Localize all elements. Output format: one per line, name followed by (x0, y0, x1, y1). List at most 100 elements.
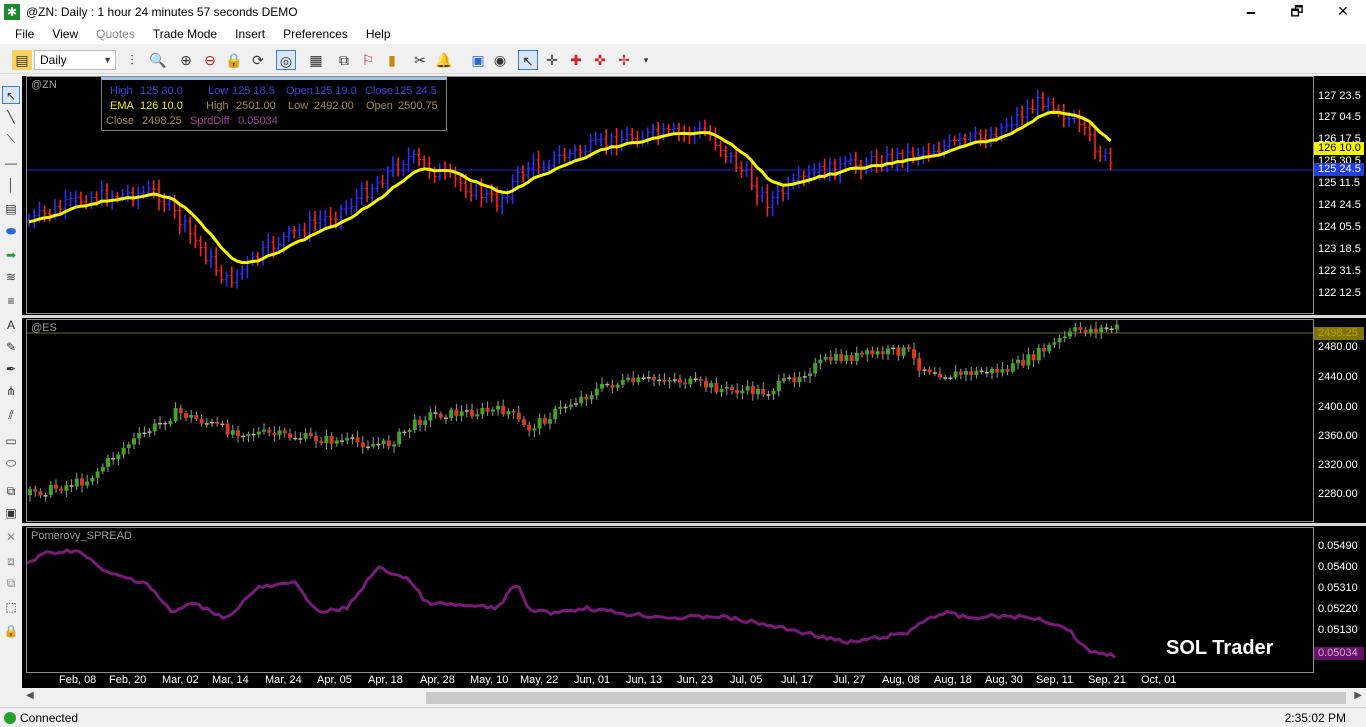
overflow-icon[interactable]: ▾ (636, 50, 656, 70)
es-candle-body (433, 412, 438, 414)
spread-axis[interactable]: 0.05490 0.05400 0.05310 0.05220 0.05130 … (1314, 527, 1366, 673)
es-last-price-tag: 2498.25 (1314, 327, 1364, 340)
lock-icon[interactable]: 🔒 (224, 50, 244, 70)
delete-icon[interactable]: ✕ (2, 528, 20, 546)
window-title: @ZN: Daily : 1 hour 24 minutes 57 second… (26, 5, 298, 19)
magnifier-icon[interactable]: 🔍 (148, 50, 168, 70)
menu-trade-mode[interactable]: Trade Mode (144, 27, 226, 41)
es-candle-body (553, 408, 558, 420)
menu-quotes[interactable]: Quotes (87, 27, 144, 41)
es-candle-body (558, 406, 563, 409)
fibonacci-tool-icon[interactable]: ≡ (2, 292, 20, 310)
text-tool-icon[interactable]: A (2, 316, 20, 334)
zn-price-axis[interactable]: 127 23.5 127 04.5 126 17.5 125 30.5 125 … (1314, 76, 1366, 314)
menu-view[interactable]: View (43, 27, 87, 41)
es-candle-body (922, 369, 927, 371)
es-candle-body (163, 422, 168, 425)
close-button[interactable]: ✕ (1320, 0, 1366, 24)
spread-pane[interactable]: Pomerovy_SPREAD (26, 527, 1314, 673)
es-candle-body (236, 430, 240, 436)
hierarchy-icon[interactable]: ⧉ (334, 50, 354, 70)
red-cross-icon[interactable]: ✜ (590, 50, 610, 70)
spread-y-label: 0.05220 (1318, 603, 1358, 615)
scrollbar-thumb[interactable] (426, 692, 1346, 704)
pointer-icon[interactable]: ↖ (518, 50, 538, 70)
menu-preferences[interactable]: Preferences (274, 27, 357, 41)
pane-splitter[interactable] (22, 315, 1366, 318)
ema-value-tag: 126 10.0 (1314, 142, 1364, 155)
maximize-button[interactable]: 🗗 (1274, 0, 1320, 24)
callout-icon[interactable]: ⬬ (2, 222, 20, 240)
menu-help[interactable]: Help (357, 27, 400, 41)
data-window-icon[interactable]: ◎ (276, 50, 296, 70)
es-candle-body (464, 410, 469, 412)
x-axis-label: Apr, 28 (420, 674, 455, 686)
format-icon[interactable]: ▦ (306, 50, 326, 70)
es-candle-body (1099, 327, 1104, 333)
copy-objects-icon[interactable]: ⧉ (2, 574, 20, 592)
text-note-icon[interactable]: ▤ (2, 200, 20, 218)
image-tool-icon[interactable]: ▣ (2, 504, 20, 522)
interval-select[interactable]: Daily ▼ (34, 50, 116, 70)
chart-area[interactable]: @ZN High 125 30.0 Low 125 18.5 Open 125 … (22, 76, 1366, 688)
speed-lines-icon[interactable]: ⫽ (2, 406, 20, 424)
es-high-label: High (206, 100, 229, 112)
es-candle-body (1005, 368, 1010, 372)
es-candle-body (111, 458, 116, 460)
zoom-out-icon[interactable]: ⊖ (200, 50, 220, 70)
pane-splitter[interactable] (22, 523, 1366, 526)
line-tool-icon[interactable]: ╲ (2, 108, 20, 126)
rectangle-tool-icon[interactable]: ▭ (2, 432, 20, 450)
es-symbol-label: @ES (31, 322, 57, 334)
book-icon[interactable]: ▣ (468, 50, 488, 70)
menu-bar: File View Quotes Trade Mode Insert Prefe… (0, 24, 1366, 44)
menu-insert[interactable]: Insert (226, 27, 274, 41)
zoom-in-icon[interactable]: ⊕ (176, 50, 196, 70)
x-axis-label: Aug, 18 (934, 674, 972, 686)
scissors-icon[interactable]: ✂ (410, 50, 430, 70)
arrow-tool-icon[interactable]: ➡ (2, 246, 20, 264)
lock-objects-icon[interactable]: 🔒 (2, 622, 20, 640)
pen-tool-icon[interactable]: ✒ (2, 360, 20, 378)
fork-tool-icon[interactable]: ⋔ (2, 382, 20, 400)
es-candle-body (662, 379, 667, 382)
es-price-pane[interactable]: @ES (26, 319, 1314, 522)
es-candle-body (1031, 354, 1036, 361)
pencil-tool-icon[interactable]: ✎ (2, 338, 20, 356)
time-axis[interactable]: Feb, 08 Feb, 20 Mar, 02 Mar, 14 Mar, 24 … (22, 674, 1314, 688)
es-candle-body (340, 440, 344, 442)
trading-icon[interactable]: ⚐ (358, 50, 378, 70)
stack-icon[interactable]: ⧉ (2, 482, 20, 500)
scroll-left-icon[interactable]: ◀ (26, 690, 34, 701)
crosshair-icon[interactable]: ✛ (542, 50, 562, 70)
scroll-right-icon[interactable]: ▶ (1354, 690, 1362, 701)
menu-file[interactable]: File (6, 27, 43, 41)
bar-type-icon[interactable]: ⫶ (122, 50, 142, 70)
alert-bell-icon[interactable]: 🔔 (434, 50, 454, 70)
refresh-icon[interactable]: ⟳ (248, 50, 268, 70)
cross-icon[interactable]: ✚ (566, 50, 586, 70)
es-candle-body (828, 356, 833, 361)
es-candle-body (646, 376, 651, 379)
ray-tool-icon[interactable]: ⟍ (2, 130, 20, 148)
ellipse-tool-icon[interactable]: ⬭ (2, 454, 20, 472)
chart-type-icon[interactable]: ▮ (382, 50, 402, 70)
workspace-icon[interactable]: ▤ (12, 50, 32, 70)
es-candle-body (792, 377, 797, 383)
red-arrow-cross-icon[interactable]: ✢ (614, 50, 634, 70)
vertical-line-icon[interactable]: │ (2, 176, 20, 194)
objects-icon[interactable]: ⧈ (2, 552, 20, 570)
horizontal-scrollbar[interactable]: ◀ ▶ (22, 690, 1366, 706)
horizontal-line-icon[interactable]: — (2, 154, 20, 172)
minimize-button[interactable]: 🗕 (1228, 0, 1274, 24)
select-area-icon[interactable]: ⬚ (2, 598, 20, 616)
eye-icon[interactable]: ◉ (490, 50, 510, 70)
x-axis-label: Aug, 30 (985, 674, 1023, 686)
es-candle-body (735, 390, 740, 394)
toolbar: ▤ Daily ▼ ⫶ 🔍 ⊕ ⊖ 🔒 ⟳ ◎ ▦ ⧉ ⚐ ▮ ✂ 🔔 ▣ ◉ … (0, 46, 1366, 74)
zn-price-pane[interactable]: @ZN High 125 30.0 Low 125 18.5 Open 125 … (26, 76, 1314, 314)
pointer-tool-icon[interactable]: ↖ (2, 86, 20, 104)
wave-tool-icon[interactable]: ≋ (2, 268, 20, 286)
x-axis-label: Jun, 23 (677, 674, 714, 686)
es-price-axis[interactable]: 2498.25 2480.00 2440.00 2400.00 2360.00 … (1314, 319, 1366, 522)
